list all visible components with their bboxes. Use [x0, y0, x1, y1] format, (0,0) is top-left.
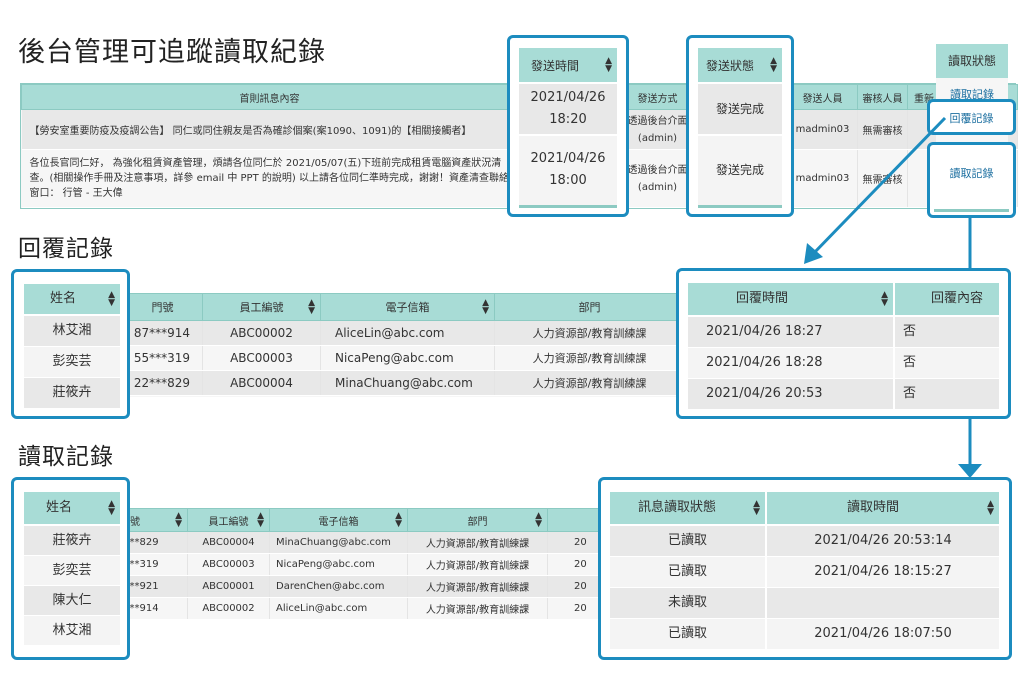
table-row: **914 ABC00002 AliceLin@abc.com 人力資源部/教育…: [117, 597, 608, 620]
name-cell: 莊筱卉: [24, 526, 120, 555]
name-cell: 陳大仁: [24, 586, 120, 615]
col-emp-no[interactable]: 員工編號 ▲ ▼: [202, 293, 321, 321]
read-name-highlight: 姓名 ▲ ▼ 莊筱卉 彭奕芸 陳大仁 林艾湘: [11, 477, 130, 660]
read-time-cell: 2021/04/26 18:15:27: [767, 557, 999, 587]
sort-icon[interactable]: ▲ ▼: [175, 512, 182, 529]
read-status-cell: 已讀取: [610, 619, 765, 649]
read-time-cell: 2021/04/26 18:07:50: [767, 619, 999, 649]
name-cell: 林艾湘: [24, 616, 120, 645]
name-cell: 彭奕芸: [24, 347, 120, 377]
sort-icon[interactable]: ▲ ▼: [535, 512, 542, 529]
read-status-highlight: 訊息讀取狀態 ▲ ▼ 讀取時間 ▲ ▼ 已讀取 2021/04/26 20:53:1…: [598, 477, 1012, 660]
sort-icon[interactable]: ▲ ▼: [881, 291, 888, 308]
reply-name-highlight: 姓名 ▲ ▼ 林艾湘 彭奕芸 莊筱卉: [11, 269, 130, 419]
reply-content-cell: 否: [895, 379, 999, 409]
col-email[interactable]: 電子信箱 ▲ ▼: [320, 293, 495, 321]
name-header[interactable]: 姓名 ▲ ▼: [24, 492, 120, 524]
read-table: 號 ▲ ▼ 員工編號 ▲ ▼ 電子信箱 ▲ ▼ 部門 ▲ ▼ **829 ABC00004 Mi…: [117, 508, 608, 620]
col-dept[interactable]: 部門: [494, 293, 685, 321]
col-emp-no[interactable]: 員工編號 ▲ ▼: [187, 508, 270, 532]
col-email[interactable]: 電子信箱 ▲ ▼: [269, 508, 408, 532]
sort-icon[interactable]: ▲ ▼: [753, 500, 760, 517]
name-cell: 林艾湘: [24, 316, 120, 346]
reply-content-cell: 否: [895, 317, 999, 347]
read-time-cell: [767, 588, 999, 618]
read-status-cell: 未讀取: [610, 588, 765, 618]
read-section-title: 讀取記錄: [18, 444, 114, 470]
reply-time-cell: 2021/04/26 20:53: [688, 379, 893, 409]
col-door[interactable]: 門號: [122, 293, 203, 321]
reply-content-cell: 否: [895, 348, 999, 378]
read-status-cell: 已讀取: [610, 557, 765, 587]
table-row: **921 ABC00001 DarenChen@abc.com 人力資源部/教…: [117, 575, 608, 598]
reply-time-header[interactable]: 回覆時間 ▲ ▼: [688, 283, 893, 315]
sort-icon[interactable]: ▲ ▼: [482, 299, 489, 316]
sort-icon[interactable]: ▲ ▼: [257, 512, 264, 529]
reply-content-header[interactable]: 回覆內容: [895, 283, 999, 315]
read-status-cell: 已讀取: [610, 526, 765, 556]
table-row: **829 ABC00004 MinaChuang@abc.com 人力資源部/…: [117, 531, 608, 554]
read-time-header[interactable]: 讀取時間 ▲ ▼: [767, 492, 999, 524]
name-cell: 莊筱卉: [24, 378, 120, 408]
read-time-cell: 2021/04/26 20:53:14: [767, 526, 999, 556]
read-status-col-header[interactable]: 訊息讀取狀態 ▲ ▼: [610, 492, 765, 524]
reply-section-title: 回覆記錄: [18, 236, 114, 262]
sort-icon[interactable]: ▲ ▼: [395, 512, 402, 529]
sort-icon[interactable]: ▲ ▼: [308, 299, 315, 316]
name-cell: 彭奕芸: [24, 556, 120, 585]
reply-time-cell: 2021/04/26 18:28: [688, 348, 893, 378]
sort-icon[interactable]: ▲ ▼: [108, 500, 115, 517]
name-header[interactable]: 姓名 ▲ ▼: [24, 284, 120, 314]
col-dept[interactable]: 部門 ▲ ▼: [407, 508, 548, 532]
table-row: **319 ABC00003 NicaPeng@abc.com 人力資源部/教育…: [117, 553, 608, 576]
reply-time-cell: 2021/04/26 18:27: [688, 317, 893, 347]
sort-icon[interactable]: ▲ ▼: [108, 291, 115, 308]
sort-icon[interactable]: ▲ ▼: [987, 500, 994, 517]
reply-time-highlight: 回覆時間 ▲ ▼ 回覆內容 2021/04/26 18:27 否 2021/04/…: [676, 268, 1011, 419]
